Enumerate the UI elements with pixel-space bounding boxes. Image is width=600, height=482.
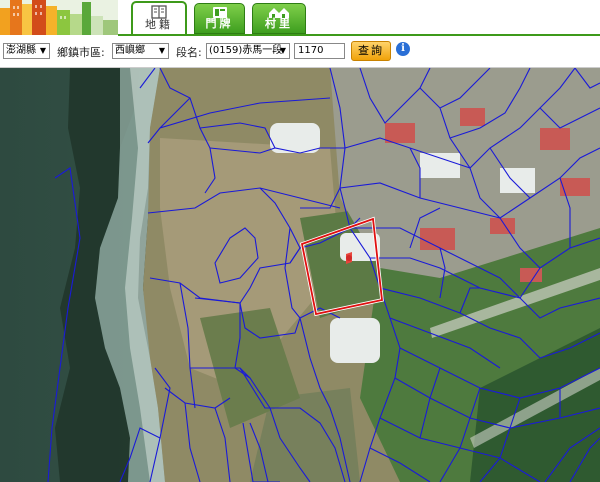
search-toolbar: 澎湖縣 ▼ 鄉鎮市區: 西嶼鄉 ▼ 段名: (0159)赤馬一段 ▼ 1170 …	[0, 36, 600, 68]
tab-village[interactable]: 村里	[252, 3, 306, 34]
section-select[interactable]: (0159)赤馬一段 ▼	[206, 43, 290, 59]
town-value: 西嶼鄉	[115, 45, 145, 56]
tab-label: 門牌	[205, 17, 234, 30]
location-pin-icon	[346, 252, 352, 264]
town-label: 鄉鎮市區:	[57, 46, 105, 59]
dropdown-arrow-icon: ▼	[158, 46, 165, 55]
tab-cadastral[interactable]: 地籍	[131, 1, 187, 34]
satellite-map[interactable]	[0, 68, 600, 482]
tab-label: 村里	[265, 17, 293, 30]
info-icon[interactable]: i	[396, 42, 410, 56]
county-value: 澎湖縣	[6, 45, 36, 56]
map-canvas	[0, 68, 600, 482]
query-button[interactable]: 查詢	[351, 41, 391, 61]
logo	[0, 0, 118, 35]
town-select[interactable]: 西嶼鄉 ▼	[112, 43, 169, 59]
county-select[interactable]: 澎湖縣 ▼	[3, 43, 50, 59]
header: 地籍 門牌 村里	[0, 0, 600, 36]
tab-door-plate[interactable]: 門牌	[194, 3, 245, 34]
parcel-number-input[interactable]: 1170	[294, 43, 345, 59]
dropdown-arrow-icon: ▼	[39, 46, 46, 55]
dropdown-arrow-icon: ▼	[279, 46, 286, 55]
section-value: (0159)赤馬一段	[209, 45, 283, 56]
tab-label: 地籍	[145, 18, 173, 31]
section-label: 段名:	[176, 46, 202, 59]
